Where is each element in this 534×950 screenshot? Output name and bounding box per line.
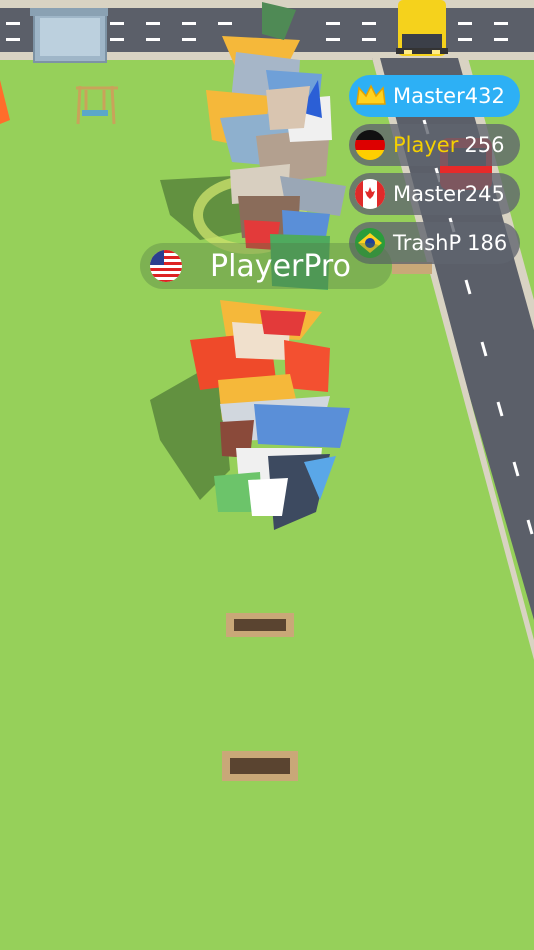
leaderboard-row: Master432 (349, 75, 520, 117)
leaderboard-row: Player 256 (349, 124, 520, 166)
leaderboard-name: Player (393, 133, 459, 157)
planter (226, 613, 294, 637)
player-name: PlayerPro (210, 248, 351, 284)
orange-object (0, 80, 10, 124)
leaderboard-score: 186 (467, 231, 508, 255)
planter (222, 751, 298, 781)
leaderboard-name: Master245 (393, 182, 505, 206)
swing-set (76, 85, 118, 125)
leaderboard-name: Master432 (393, 84, 505, 108)
flag-germany-icon (355, 130, 385, 160)
leaderboard-name: TrashP (393, 231, 462, 255)
player-name-tag: PlayerPro (140, 243, 392, 289)
flag-canada-icon (355, 179, 385, 209)
leaderboard-row: Master245 (349, 173, 520, 215)
flag-usa-icon (150, 250, 182, 282)
leaderboard-score: 256 (464, 133, 505, 157)
yellow-bus (396, 0, 448, 56)
crown-icon (355, 81, 387, 111)
bus-stop (30, 8, 108, 63)
